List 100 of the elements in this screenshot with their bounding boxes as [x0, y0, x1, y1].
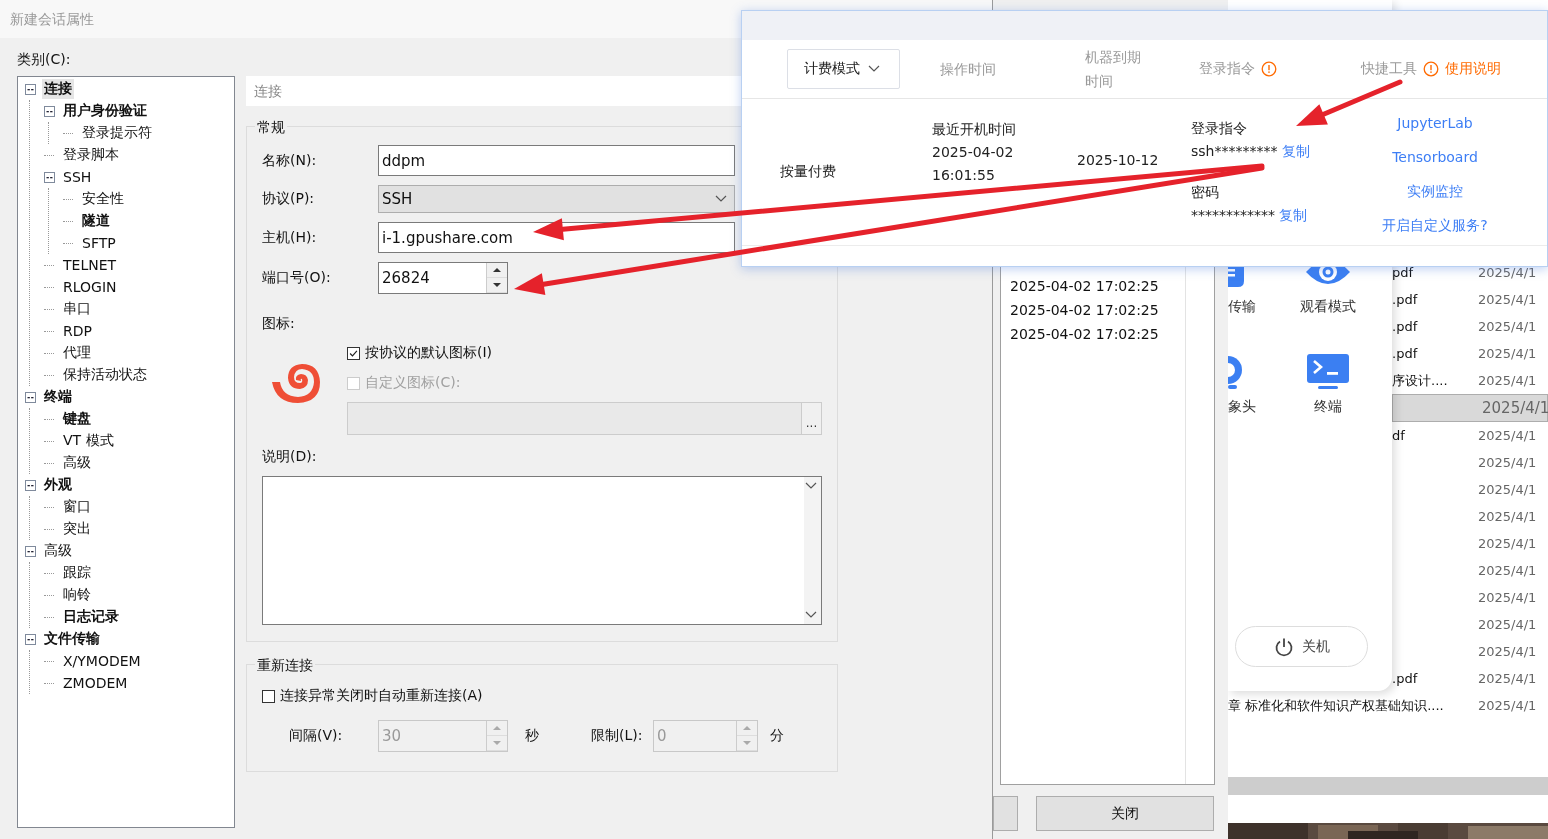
file-date: 2025/4/1 — [1478, 563, 1537, 578]
tree-item[interactable]: 外观 — [42, 475, 74, 495]
file-row[interactable]: df 2025/4/1 — [1392, 422, 1548, 449]
field-label: 协议(P): — [262, 190, 316, 208]
tree-item[interactable]: ZMODEM — [61, 674, 130, 692]
tree-item[interactable]: 高级 — [42, 541, 74, 561]
file-row[interactable]: 2025/4/1 — [1392, 394, 1548, 422]
file-name: .pdf — [1392, 671, 1418, 686]
tree-item[interactable]: 跟踪 — [61, 563, 93, 583]
tree-item[interactable]: 高级 — [61, 453, 93, 473]
credential-label: 登录指令 — [1191, 119, 1248, 138]
copy-link[interactable]: 复制 — [1281, 143, 1310, 159]
file-row[interactable]: 2025/4/1 — [1392, 503, 1548, 530]
tree-item[interactable]: 突出 — [61, 519, 93, 539]
tree-item[interactable]: X/YMODEM — [61, 652, 143, 670]
file-date: 2025/4/1 — [1478, 671, 1537, 686]
boot-time: 2025-04-02 16:01:55 — [932, 142, 1015, 185]
column-header: 操作时间 — [940, 60, 997, 79]
file-date: 2025/4/1 — [1478, 319, 1537, 334]
column-header: 登录指令 — [1199, 60, 1255, 78]
browse-button[interactable]: ... — [801, 403, 821, 434]
billing-dropdown[interactable]: 计费模式 — [787, 49, 900, 89]
file-date: 2025/4/1 — [1478, 698, 1537, 713]
file-row[interactable]: .pdf 2025/4/1 — [1392, 340, 1548, 367]
tree-item[interactable]: 文件传输 — [42, 629, 102, 649]
tree-item[interactable]: RLOGIN — [61, 278, 119, 296]
field-label: 说明(D): — [262, 448, 317, 464]
tree-item[interactable]: 登录提示符 — [80, 123, 154, 143]
tree-item[interactable]: 连接 — [42, 79, 74, 99]
file-row[interactable]: 2025/4/1 — [1392, 638, 1548, 665]
icon-path-field[interactable]: ... — [347, 402, 822, 435]
tree-item[interactable]: TELNET — [61, 256, 119, 274]
file-row[interactable]: 2025/4/1 — [1392, 557, 1548, 584]
timestamp: 2025-04-02 17:02:25 — [1010, 325, 1160, 344]
file-row[interactable]: 序设计.... 2025/4/1 — [1392, 367, 1548, 394]
tree-item[interactable]: 日志记录 — [61, 607, 121, 627]
tree-item[interactable]: VT 模式 — [61, 431, 116, 451]
tree-item[interactable]: 窗口 — [61, 497, 93, 517]
tree-item[interactable]: 保持活动状态 — [61, 365, 149, 385]
file-row[interactable]: 2025/4/1 — [1392, 611, 1548, 638]
file-row[interactable]: 2025/4/1 — [1392, 449, 1548, 476]
file-name: 序设计.... — [1392, 372, 1448, 388]
file-name: 章 标准化和软件知识产权基础知识.... — [1228, 697, 1444, 713]
masked-value: ssh********* — [1191, 143, 1278, 159]
file-row[interactable]: 2025/4/1 — [1392, 584, 1548, 611]
tree-item[interactable]: 隧道 — [80, 211, 112, 231]
field-label: 主机(H): — [262, 228, 318, 247]
file-row[interactable]: 2025/4/1 — [1392, 476, 1548, 503]
tool-link[interactable]: Tensorboard — [1392, 145, 1478, 169]
tree-item[interactable]: 登录脚本 — [61, 145, 121, 165]
tree-item[interactable]: 用户身份验证 — [61, 101, 149, 121]
file-date: 2025/4/1 — [1478, 265, 1537, 280]
protocol-dropdown[interactable]: SSH — [378, 185, 735, 213]
text-field[interactable]: i-1.gpushare.com — [378, 222, 735, 253]
file-name: .pdf — [1392, 292, 1418, 307]
tree-item[interactable]: 终端 — [42, 387, 74, 407]
tool-link[interactable]: JupyterLab — [1397, 111, 1473, 135]
tree-item[interactable]: 键盘 — [61, 409, 93, 429]
file-row[interactable]: .pdf 2025/4/1 — [1392, 286, 1548, 313]
checkbox-label: 自定义图标(C): — [365, 374, 461, 392]
file-date: 2025/4/1 — [1478, 482, 1537, 497]
boot-label: 最近开机时间 — [932, 120, 1016, 137]
file-row[interactable]: 2025/4/1 — [1392, 530, 1548, 557]
file-date: 2025/4/1 — [1478, 455, 1537, 470]
timestamp: 2025-04-02 17:02:25 — [1010, 301, 1160, 320]
file-name: .pdf — [1392, 319, 1418, 334]
file-row[interactable]: .pdf 2025/4/1 — [1392, 665, 1548, 692]
field-label: 图标: — [262, 315, 295, 331]
copy-link[interactable]: 复制 — [1279, 207, 1308, 223]
file-row[interactable]: 章 标准化和软件知识产权基础知识.... 2025/4/1 — [1228, 692, 1548, 719]
field-label: 限制(L): — [591, 727, 644, 745]
masked-value: ************ — [1191, 207, 1275, 223]
tree-item[interactable]: SSH — [61, 168, 94, 186]
file-date: 2025/4/1 — [1482, 399, 1548, 417]
unit-label: 分 — [770, 727, 784, 745]
tree-item[interactable]: 安全性 — [80, 189, 126, 209]
tree-item[interactable]: 响铃 — [61, 585, 93, 605]
tool-label: 终端 — [1314, 398, 1342, 416]
tool-link[interactable]: 实例监控 — [1407, 179, 1463, 203]
tree-item[interactable]: 串口 — [61, 299, 93, 319]
shutdown-button[interactable]: 关机 — [1235, 626, 1368, 667]
column-header: 机器到期时间 — [1085, 48, 1142, 91]
tree-item[interactable]: SFTP — [80, 234, 118, 252]
credential-label: 密码 — [1191, 183, 1220, 202]
file-name: pdf — [1392, 265, 1414, 280]
file-date: 2025/4/1 — [1478, 644, 1537, 659]
spin-field[interactable]: 26824 — [378, 262, 508, 294]
group-title: 常规 — [255, 117, 287, 137]
unit-label: 秒 — [525, 727, 540, 745]
text-field[interactable]: ddpm — [378, 145, 735, 176]
file-date: 2025/4/1 — [1478, 509, 1537, 524]
expiry-date: 2025-10-12 — [1077, 152, 1160, 168]
tree-item[interactable]: 代理 — [61, 343, 93, 363]
tree-item[interactable]: RDP — [61, 322, 94, 340]
file-name: df — [1392, 428, 1405, 443]
file-row[interactable]: .pdf 2025/4/1 — [1392, 313, 1548, 340]
checkbox-label: 按协议的默认图标(I) — [365, 344, 493, 362]
close-button[interactable]: 关闭 — [1036, 796, 1214, 831]
tool-link[interactable]: 开启自定义服务? — [1382, 213, 1488, 237]
tool-label: 观看模式 — [1300, 298, 1356, 316]
